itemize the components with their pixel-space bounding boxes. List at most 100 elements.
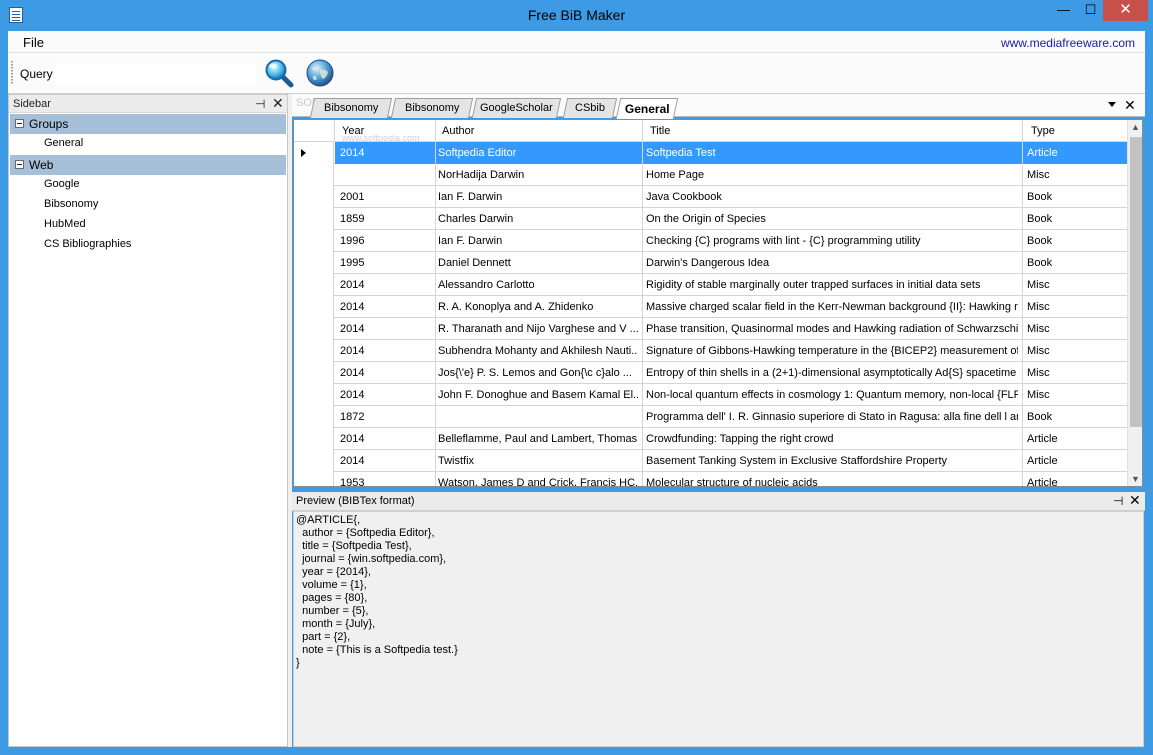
cell-title[interactable]: Crowdfunding: Tapping the right crowd — [646, 433, 1018, 445]
cell-title[interactable]: Massive charged scalar field in the Kerr… — [646, 301, 1018, 313]
cell-author[interactable]: Softpedia Editor — [438, 147, 638, 159]
cell-title[interactable]: Java Cookbook — [646, 191, 1018, 203]
row-header[interactable] — [294, 318, 334, 340]
cell-author[interactable]: Alessandro Carlotto — [438, 279, 638, 291]
query-input[interactable] — [56, 63, 256, 85]
search-icon[interactable] — [264, 58, 294, 88]
cell-title[interactable]: Darwin's Dangerous Idea — [646, 257, 1018, 269]
cell-type[interactable]: Book — [1027, 213, 1122, 225]
cell-type[interactable]: Book — [1027, 191, 1122, 203]
table-row[interactable]: 1859 Charles Darwin On the Origin of Speci… — [294, 208, 1127, 230]
row-header[interactable] — [294, 406, 334, 428]
tab-list-dropdown-icon[interactable] — [1108, 102, 1116, 107]
tab-bibsonomy-2[interactable]: Bibsonomy — [390, 98, 474, 118]
row-header[interactable] — [294, 450, 334, 472]
row-header[interactable] — [294, 208, 334, 230]
cell-year[interactable]: 1953 — [340, 477, 435, 486]
cell-author[interactable]: Watson, James D and Crick, Francis HC... — [438, 477, 638, 486]
cell-title[interactable]: Rigidity of stable marginally outer trap… — [646, 279, 1018, 291]
scroll-thumb[interactable] — [1130, 137, 1142, 427]
toolbar-grip[interactable] — [11, 61, 13, 85]
sidebar-item-google[interactable]: Google — [9, 175, 287, 195]
cell-year[interactable]: 2001 — [340, 191, 435, 203]
cell-title[interactable]: Checking {C} programs with lint - {C} pr… — [646, 235, 1018, 247]
row-header[interactable] — [294, 186, 334, 208]
table-row[interactable]: 1953 Watson, James D and Crick, Francis H… — [294, 472, 1127, 486]
cell-author[interactable]: Daniel Dennett — [438, 257, 638, 269]
maximize-icon[interactable]: ☐ — [1077, 0, 1104, 21]
cell-year[interactable]: 2014 — [340, 389, 435, 401]
row-header[interactable] — [294, 274, 334, 296]
row-header[interactable] — [294, 384, 334, 406]
close-icon[interactable]: ✕ — [1103, 0, 1148, 21]
preview-close-icon[interactable]: ✕ — [1129, 492, 1141, 509]
pin-icon[interactable]: ⊣ — [255, 97, 265, 111]
cell-title[interactable]: Molecular structure of nucleic acids — [646, 477, 1018, 486]
cell-type[interactable]: Misc — [1027, 301, 1122, 313]
tree-group-web[interactable]: Web — [10, 155, 286, 175]
row-header[interactable] — [294, 472, 334, 486]
cell-author[interactable]: R. Tharanath and Nijo Varghese and V ... — [438, 323, 638, 335]
cell-type[interactable]: Book — [1027, 257, 1122, 269]
cell-type[interactable]: Book — [1027, 235, 1122, 247]
row-header[interactable] — [294, 362, 334, 384]
table-row[interactable]: 2014 Belleflamme, Paul and Lambert, Thoma… — [294, 428, 1127, 450]
table-row[interactable]: 2014 Softpedia Editor Softpedia Test Articl… — [294, 142, 1127, 164]
panel-splitter[interactable] — [288, 94, 292, 747]
cell-title[interactable]: Programma dell' I. R. Ginnasio superiore… — [646, 411, 1018, 423]
sidebar-item-bibsonomy[interactable]: Bibsonomy — [9, 195, 287, 215]
table-row[interactable]: NorHadija Darwin Home Page Misc — [294, 164, 1127, 186]
minimize-icon[interactable]: — — [1050, 0, 1077, 21]
cell-year[interactable]: 2014 — [340, 279, 435, 291]
collapse-icon[interactable] — [15, 119, 24, 128]
cell-title[interactable]: Signature of Gibbons-Hawking temperature… — [646, 345, 1018, 357]
cell-type[interactable]: Misc — [1027, 389, 1122, 401]
sidebar-item-cs-bibliographies[interactable]: CS Bibliographies — [9, 235, 287, 255]
row-header[interactable] — [294, 230, 334, 252]
table-row[interactable]: 2014 R. Tharanath and Nijo Varghese and V… — [294, 318, 1127, 340]
cell-type[interactable]: Article — [1027, 147, 1122, 159]
cell-year[interactable]: 2014 — [340, 323, 435, 335]
cell-title[interactable]: On the Origin of Species — [646, 213, 1018, 225]
row-header[interactable] — [294, 252, 334, 274]
row-header[interactable] — [294, 340, 334, 362]
cell-year[interactable]: 2014 — [340, 367, 435, 379]
grid-scrollbar[interactable]: ▲ ▼ — [1127, 120, 1142, 486]
cell-author[interactable]: Subhendra Mohanty and Akhilesh Nauti... — [438, 345, 638, 357]
cell-author[interactable]: R. A. Konoplya and A. Zhidenko — [438, 301, 638, 313]
cell-year[interactable]: 1995 — [340, 257, 435, 269]
sidebar-item-general[interactable]: General — [9, 134, 287, 154]
cell-author[interactable]: NorHadija Darwin — [438, 169, 638, 181]
preview-pin-icon[interactable]: ⊣ — [1113, 494, 1123, 508]
cell-type[interactable]: Article — [1027, 477, 1122, 486]
cell-title[interactable]: Phase transition, Quasinormal modes and … — [646, 323, 1018, 335]
table-row[interactable]: 2014 Twistfix Basement Tanking System in E… — [294, 450, 1127, 472]
cell-title[interactable]: Non-local quantum effects in cosmology 1… — [646, 389, 1018, 401]
cell-title[interactable]: Entropy of thin shells in a (2+1)-dimens… — [646, 367, 1018, 379]
table-row[interactable]: 2001 Ian F. Darwin Java Cookbook Book — [294, 186, 1127, 208]
table-row[interactable]: 2014 Jos{\'e} P. S. Lemos and Gon{\c c}al… — [294, 362, 1127, 384]
row-header[interactable] — [294, 164, 334, 186]
cell-year[interactable]: 2014 — [340, 433, 435, 445]
tab-close-icon[interactable]: ✕ — [1124, 97, 1136, 114]
tab-googlescholar[interactable]: GoogleScholar — [471, 98, 562, 118]
cell-author[interactable]: Belleflamme, Paul and Lambert, Thomas... — [438, 433, 638, 445]
tab-csbib[interactable]: CSbib — [562, 98, 618, 118]
cell-year[interactable]: 2014 — [340, 147, 435, 159]
sidebar-item-hubmed[interactable]: HubMed — [9, 215, 287, 235]
cell-author[interactable]: Ian F. Darwin — [438, 235, 638, 247]
cell-author[interactable]: Ian F. Darwin — [438, 191, 638, 203]
cell-year[interactable]: 2014 — [340, 455, 435, 467]
table-row[interactable]: 1995 Daniel Dennett Darwin's Dangerous Ide… — [294, 252, 1127, 274]
globe-icon[interactable] — [305, 58, 335, 88]
cell-type[interactable]: Misc — [1027, 323, 1122, 335]
cell-type[interactable]: Misc — [1027, 367, 1122, 379]
menu-file[interactable]: File — [23, 35, 44, 50]
table-row[interactable]: 2014 John F. Donoghue and Basem Kamal El.… — [294, 384, 1127, 406]
cell-type[interactable]: Misc — [1027, 279, 1122, 291]
cell-type[interactable]: Book — [1027, 411, 1122, 423]
cell-year[interactable]: 1996 — [340, 235, 435, 247]
cell-year[interactable]: 2014 — [340, 345, 435, 357]
tab-bibsonomy-1[interactable]: Bibsonomy — [309, 98, 393, 118]
table-row[interactable]: 2014 Alessandro Carlotto Rigidity of stabl… — [294, 274, 1127, 296]
